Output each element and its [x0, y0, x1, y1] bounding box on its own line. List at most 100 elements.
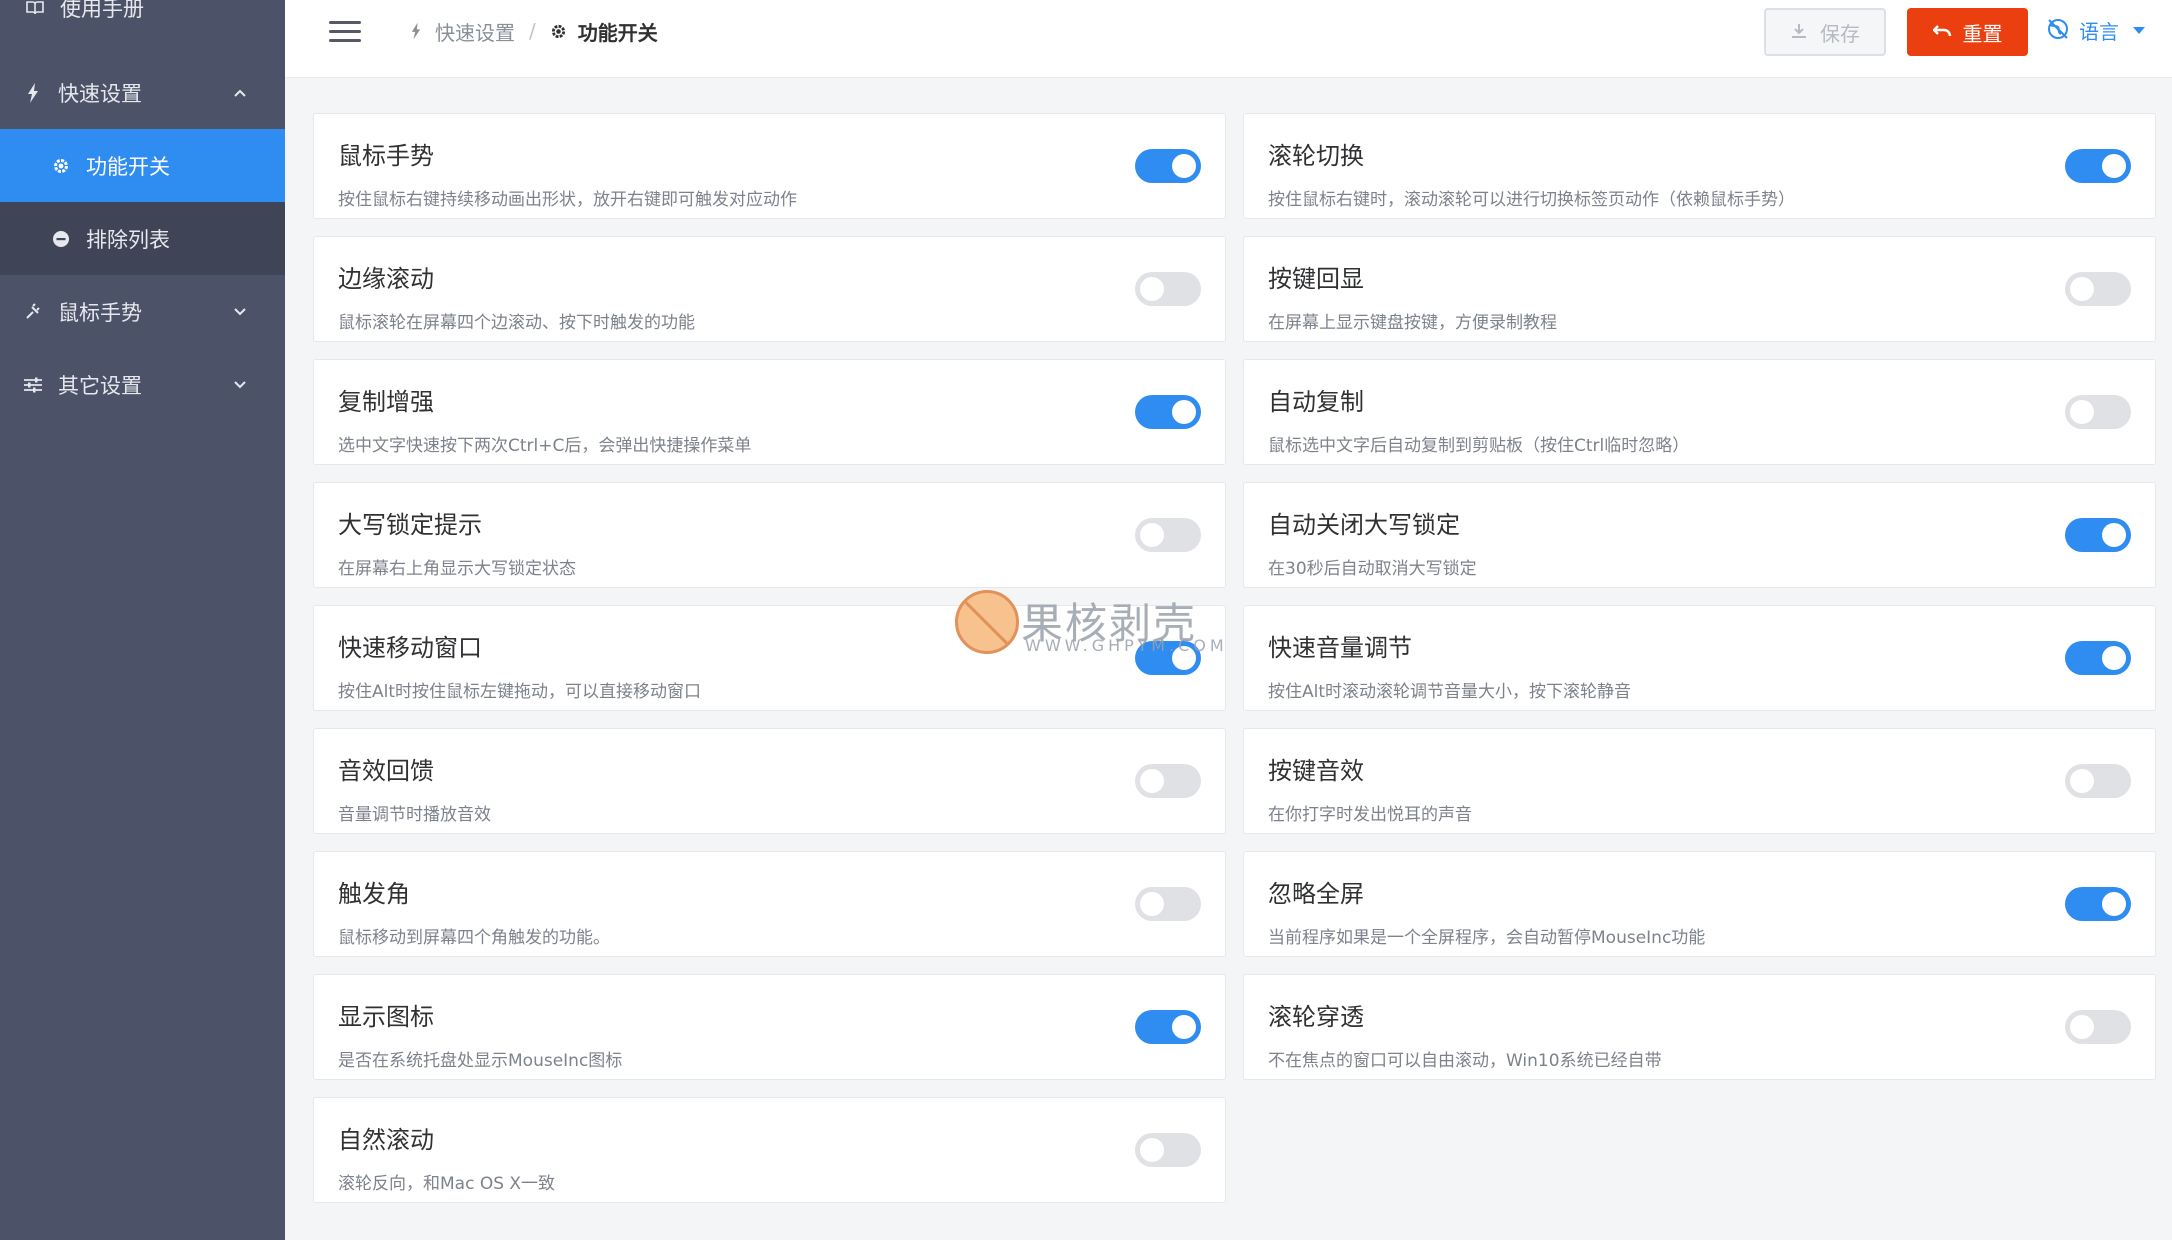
- feature-title: 自动关闭大写锁定: [1268, 511, 1460, 539]
- feature-title: 复制增强: [338, 388, 434, 416]
- feature-title: 显示图标: [338, 1003, 434, 1031]
- feature-title: 音效回馈: [338, 757, 434, 785]
- reset-label: 重置: [1962, 21, 2003, 46]
- feature-card: 按键回显在屏幕上显示键盘按键，方便录制教程: [1243, 236, 2156, 342]
- feature-description: 滚轮反向，和Mac OS X一致: [338, 1174, 556, 1194]
- caret-down-icon: [2133, 26, 2145, 34]
- feature-title: 触发角: [338, 880, 410, 908]
- chevron-down-icon: [229, 301, 251, 323]
- feature-card: 显示图标 是否在系统托盘处显示MouseInc图标: [313, 974, 1226, 1080]
- sidebar-item-label: 快速设置: [58, 81, 142, 106]
- feature-title: 鼠标手势: [338, 142, 434, 170]
- feature-title: 按键音效: [1268, 757, 1364, 785]
- download-icon: [1790, 22, 1810, 42]
- feature-toggle-switch[interactable]: [2065, 764, 2131, 798]
- lightning-icon: [407, 22, 425, 40]
- undo-icon: [1932, 22, 1953, 42]
- feature-card: 快速音量调节按住Alt时滚动滚轮调节音量大小，按下滚轮静音: [1243, 605, 2156, 711]
- feature-card: 自动关闭大写锁定在30秒后自动取消大写锁定: [1243, 482, 2156, 588]
- feature-title: 按键回显: [1268, 265, 1364, 293]
- feature-toggle-switch[interactable]: [1135, 764, 1201, 798]
- feature-description: 按住Alt时滚动滚轮调节音量大小，按下滚轮静音: [1268, 682, 1632, 702]
- feature-toggle-switch[interactable]: [1135, 887, 1201, 921]
- feature-description: 按住鼠标右键持续移动画出形状，放开右键即可触发对应动作: [338, 190, 797, 210]
- sidebar-item-quick-settings[interactable]: 快速设置: [0, 56, 285, 129]
- language-dropdown[interactable]: 语言: [2047, 14, 2145, 46]
- feature-title: 快速移动窗口: [338, 634, 482, 662]
- feature-card: 大写锁定提示在屏幕右上角显示大写锁定状态: [313, 482, 1226, 588]
- feature-toggle-switch[interactable]: [2065, 149, 2131, 183]
- feature-description: 音量调节时播放音效: [338, 805, 491, 825]
- feature-toggle-switch[interactable]: [1135, 518, 1201, 552]
- feature-card: 鼠标手势按住鼠标右键持续移动画出形状，放开右键即可触发对应动作: [313, 113, 1226, 219]
- gesture-icon: [22, 301, 44, 323]
- sidebar-item-mouse-gestures[interactable]: 鼠标手势: [0, 275, 285, 348]
- breadcrumb: 快速设置 / 功能开关: [407, 16, 658, 46]
- feature-description: 按住鼠标右键时，滚动滚轮可以进行切换标签页动作（依赖鼠标手势）: [1268, 190, 1795, 210]
- feature-card: 忽略全屏当前程序如果是一个全屏程序，会自动暂停MouseInc功能: [1243, 851, 2156, 957]
- feature-card: 自动复制 鼠标选中文字后自动复制到剪贴板（按住Ctrl临时忽略）: [1243, 359, 2156, 465]
- feature-description: 在屏幕右上角显示大写锁定状态: [338, 559, 576, 579]
- feature-toggle-switch[interactable]: [1135, 1133, 1201, 1167]
- sliders-icon: [22, 374, 44, 396]
- feature-toggle-switch[interactable]: [2065, 887, 2131, 921]
- feature-description: 在30秒后自动取消大写锁定: [1268, 559, 1477, 579]
- feature-toggle-switch[interactable]: [1135, 395, 1201, 429]
- menu-toggle-icon[interactable]: [329, 18, 363, 46]
- breadcrumb-parent[interactable]: 快速设置: [435, 17, 515, 46]
- feature-card: 自然滚动滚轮反向，和Mac OS X一致: [313, 1097, 1226, 1203]
- chevron-down-icon: [229, 374, 251, 396]
- feature-description: 选中文字快速按下两次Ctrl+C后，会弹出快捷操作菜单: [338, 436, 752, 456]
- feature-toggle-switch[interactable]: [2065, 518, 2131, 552]
- feature-toggle-switch[interactable]: [2065, 395, 2131, 429]
- sidebar-item-label: 使用手册: [60, 0, 144, 21]
- feature-toggle-switch[interactable]: [1135, 149, 1201, 183]
- globe-icon: [2047, 18, 2071, 42]
- sidebar-item-feature-toggles[interactable]: 功能开关: [0, 129, 285, 202]
- sidebar-item-exclusion-list[interactable]: 排除列表: [0, 202, 285, 275]
- feature-title: 大写锁定提示: [338, 511, 482, 539]
- feature-title: 滚轮切换: [1268, 142, 1364, 170]
- feature-toggle-switch[interactable]: [1135, 272, 1201, 306]
- sidebar-item-other-settings[interactable]: 其它设置: [0, 348, 285, 421]
- feature-title: 快速音量调节: [1268, 634, 1412, 662]
- book-icon: [24, 0, 46, 19]
- chevron-up-icon: [229, 82, 251, 104]
- feature-title: 自动复制: [1268, 388, 1364, 416]
- feature-toggle-switch[interactable]: [1135, 1010, 1201, 1044]
- sidebar-item-label: 其它设置: [58, 373, 142, 398]
- feature-card: 滚轮穿透不在焦点的窗口可以自由滚动，Win10系统已经自带: [1243, 974, 2156, 1080]
- feature-card: 滚轮切换按住鼠标右键时，滚动滚轮可以进行切换标签页动作（依赖鼠标手势）: [1243, 113, 2156, 219]
- feature-toggle-switch[interactable]: [2065, 1010, 2131, 1044]
- save-label: 保存: [1820, 21, 1860, 46]
- feature-card: 音效回馈音量调节时播放音效: [313, 728, 1226, 834]
- feature-description: 按住Alt时按住鼠标左键拖动，可以直接移动窗口: [338, 682, 702, 702]
- feature-description: 当前程序如果是一个全屏程序，会自动暂停MouseInc功能: [1268, 928, 1706, 948]
- gear-icon: [550, 22, 568, 40]
- reset-button[interactable]: 重置: [1907, 8, 2028, 56]
- feature-toggle-switch[interactable]: [1135, 641, 1201, 675]
- feature-card: 复制增强选中文字快速按下两次Ctrl+C后，会弹出快捷操作菜单: [313, 359, 1226, 465]
- minus-circle-icon: [50, 228, 72, 250]
- feature-title: 滚轮穿透: [1268, 1003, 1364, 1031]
- sidebar-item-label: 功能开关: [86, 154, 170, 179]
- feature-description: 鼠标移动到屏幕四个角触发的功能。: [338, 928, 610, 948]
- sidebar-item-label: 排除列表: [86, 227, 170, 252]
- feature-card: 快速移动窗口按住Alt时按住鼠标左键拖动，可以直接移动窗口: [313, 605, 1226, 711]
- feature-title: 忽略全屏: [1268, 880, 1364, 908]
- sidebar-item-manual[interactable]: 使用手册: [0, 0, 285, 36]
- feature-toggle-switch[interactable]: [2065, 641, 2131, 675]
- feature-card: 按键音效 在你打字时发出悦耳的声音: [1243, 728, 2156, 834]
- breadcrumb-separator: /: [529, 19, 536, 43]
- feature-description: 在屏幕上显示键盘按键，方便录制教程: [1268, 313, 1557, 333]
- save-button[interactable]: 保存: [1764, 8, 1886, 56]
- app: 使用手册 快速设置 功能开关 排除列表 鼠标手势 其它设置 快速设置 / 功能开…: [0, 0, 2172, 1240]
- top-header: 快速设置 / 功能开关 保存 重置 语言: [285, 0, 2172, 78]
- feature-title: 自然滚动: [338, 1126, 434, 1154]
- feature-card: 边缘滚动鼠标滚轮在屏幕四个边滚动、按下时触发的功能: [313, 236, 1226, 342]
- feature-title: 边缘滚动: [338, 265, 434, 293]
- lightning-icon: [22, 82, 44, 104]
- feature-toggle-switch[interactable]: [2065, 272, 2131, 306]
- feature-description: 不在焦点的窗口可以自由滚动，Win10系统已经自带: [1268, 1051, 1662, 1071]
- feature-description: 鼠标滚轮在屏幕四个边滚动、按下时触发的功能: [338, 313, 695, 333]
